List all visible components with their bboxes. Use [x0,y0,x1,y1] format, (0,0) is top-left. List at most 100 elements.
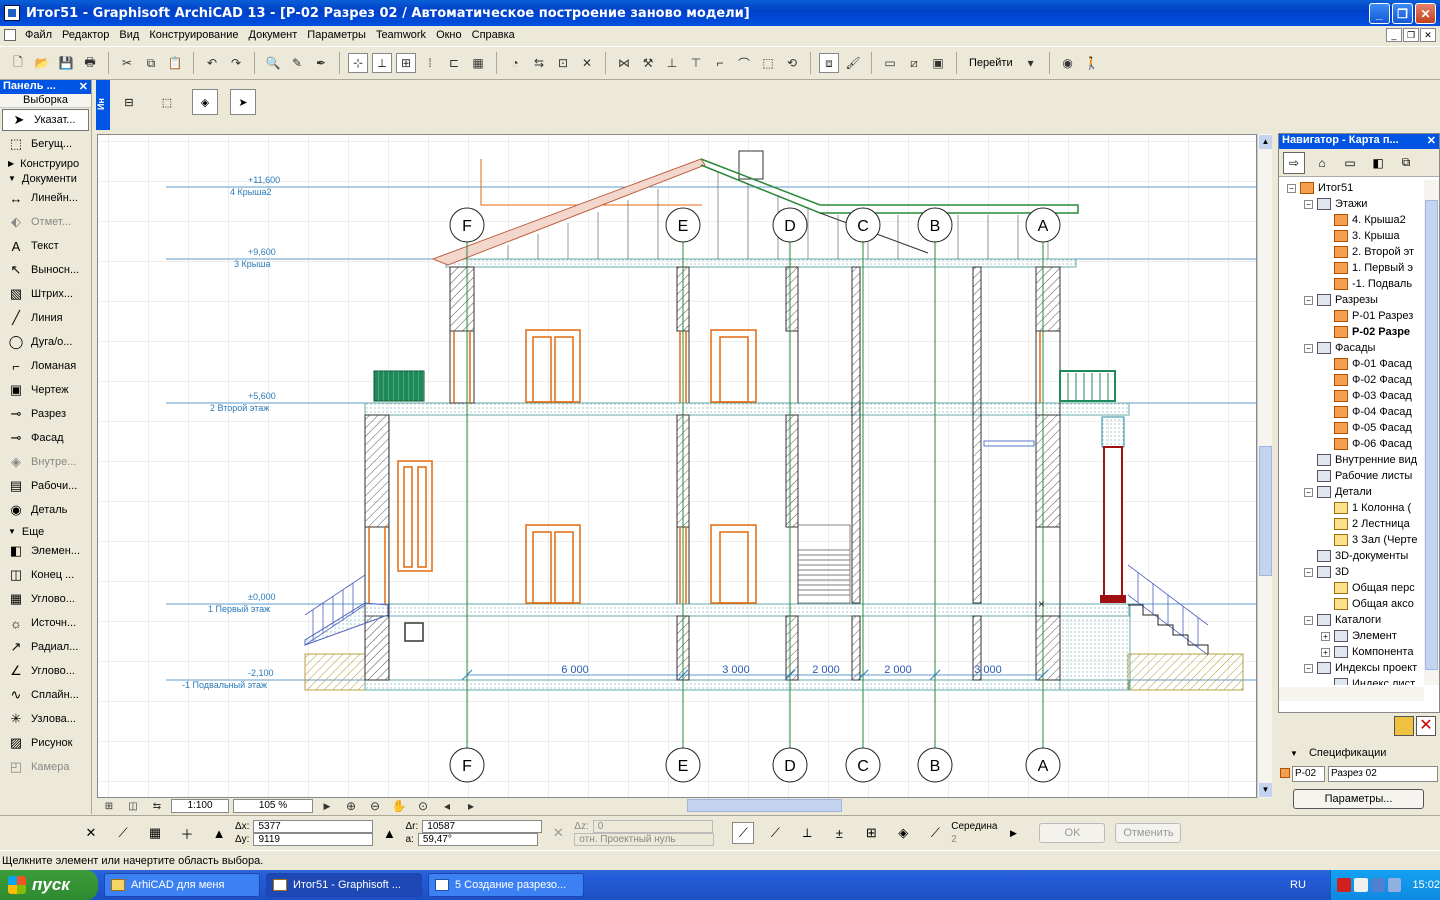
zoom-field[interactable]: 105 % [233,799,313,813]
tree-item[interactable]: − Индексы проект [1279,660,1424,676]
hammer-icon[interactable]: ⚒ [638,53,658,73]
brush-icon[interactable]: 🖌 [843,53,863,73]
tree-item[interactable]: Ф-05 Фасад [1279,420,1424,436]
open-file-icon[interactable]: 📂 [32,53,52,73]
ok-button[interactable]: OK [1039,823,1106,843]
label-tool[interactable]: ↖ Выносн... [0,258,91,282]
mdi-close-button[interactable]: ✕ [1420,28,1436,42]
tree-item[interactable]: Р-02 Разре [1279,324,1424,340]
tree-item[interactable]: − Разрезы [1279,292,1424,308]
align-icon[interactable]: ⋈ [614,53,634,73]
view-map-icon[interactable]: ⌂ [1311,152,1333,174]
canvas-vertical-scrollbar[interactable]: ▲ ▼ [1257,134,1272,798]
grid-snap-icon[interactable]: ▦ [144,822,166,844]
grid-icon[interactable]: ⁞ [420,53,440,73]
tree-item[interactable]: − Каталоги [1279,612,1424,628]
arrow-tool[interactable]: ➤ Указат... [2,109,89,131]
grid-snap-icon[interactable]: ⊞ [396,53,416,73]
toolbox-header[interactable]: Панель ... ✕ [0,80,91,94]
quick-options-icon[interactable]: ⊡ [553,53,573,73]
detail-tool[interactable]: ◉ Деталь [0,498,91,522]
inject-icon[interactable]: ✒ [311,53,331,73]
interior-wall[interactable] [785,414,799,528]
dimension-text[interactable]: 6 000 [561,664,589,676]
tree-item[interactable]: 2. Второй эт [1279,244,1424,260]
scale-field[interactable]: 1:100 [171,799,229,813]
marquee-tool[interactable]: ⬚ Бегущ... [0,132,91,156]
basement-slab[interactable] [364,679,1130,691]
collapse-icon[interactable]: − [1304,343,1313,353]
horizontal-scroll-thumb[interactable] [687,799,842,812]
tree-item[interactable]: 1 Колонна ( [1279,500,1424,516]
special-snap[interactable]: Середина 2 [951,820,997,846]
cut-icon[interactable]: ✂ [117,53,137,73]
elevation-tool[interactable]: ⊸ Фасад [0,426,91,450]
menu-file[interactable]: Файл [20,29,57,41]
tree-item[interactable]: Ф-01 Фасад [1279,356,1424,372]
tree-item[interactable]: Индекс лист [1279,676,1424,685]
trace-icon[interactable]: ◔ [505,53,525,73]
taskbar-item[interactable]: ArhiCAD для меня [104,873,260,897]
pointer-icon[interactable]: ➤ [230,89,256,115]
tray-app-icon[interactable] [1387,878,1402,892]
tree-item[interactable]: -1. Подваль [1279,276,1424,292]
collapse-icon[interactable]: − [1287,183,1296,193]
elevate-icon[interactable]: ⊥ [662,53,682,73]
midpoint-icon[interactable]: ⟋ [924,822,946,844]
group-document[interactable]: ▼ Документи [0,171,91,186]
dy-field[interactable]: 9119 [253,833,374,846]
layer-combo-icon[interactable]: ⇆ [147,796,167,816]
cross-icon[interactable]: ✕ [577,53,597,73]
dz-field[interactable]: 0 [592,820,713,833]
navigator-horizontal-scrollbar[interactable] [1279,687,1424,701]
undo-icon[interactable]: ↶ [202,53,222,73]
tree-item[interactable]: − Детали [1279,484,1424,500]
save-icon[interactable]: 💾 [56,53,76,73]
collapse-icon[interactable]: − [1304,487,1313,497]
dimension-text[interactable]: 2 000 [884,664,912,676]
find-select-icon[interactable]: 🔍 [263,53,283,73]
line-tool[interactable]: ╱ Линия [0,306,91,330]
arc-tool[interactable]: ◯ Дуга/о... [0,330,91,354]
group-more[interactable]: ▼ Еще [0,524,91,539]
copy-icon[interactable]: ⧉ [141,53,161,73]
window-icon[interactable]: ▭ [880,53,900,73]
minimize-button[interactable]: _ [1369,3,1390,24]
interior-wall[interactable] [972,266,982,604]
goto-button[interactable]: Перейти [963,57,1019,69]
group-design[interactable]: ▶ Конструиро [0,156,91,171]
marquee-shape-icon[interactable]: ⬚ [154,89,180,115]
tree-item[interactable]: Р-01 Разрез [1279,308,1424,324]
wall-end-tool[interactable]: ◫ Конец ... [0,563,91,587]
menu-teamwork[interactable]: Teamwork [371,29,431,41]
pan-icon[interactable]: ✋ [389,796,409,816]
scroll-down-icon[interactable]: ▼ [1259,783,1272,797]
tree-item[interactable]: Общая перс [1279,580,1424,596]
menu-document[interactable]: Документ [244,29,303,41]
dimension-text[interactable]: 3 000 [974,664,1002,676]
gravity-snap-icon[interactable]: ⊹ [348,53,368,73]
collapse-icon[interactable]: − [1304,663,1313,673]
scroll-thumb[interactable] [1425,200,1438,670]
tree-item[interactable]: 4. Крыша2 [1279,212,1424,228]
tree-item[interactable]: + Элемент [1279,628,1424,644]
close-button[interactable]: ✕ [1415,3,1436,24]
interior-wall[interactable] [851,615,861,681]
collapse-icon[interactable]: − [1304,567,1313,577]
scroll-thumb[interactable] [1259,446,1272,576]
scroll-up-icon[interactable]: ▲ [1259,135,1272,149]
publisher-icon[interactable]: ◧ [1367,152,1389,174]
navigator-vertical-scrollbar[interactable] [1424,180,1439,685]
tree-item[interactable]: + Компонента [1279,644,1424,660]
antivirus-icon[interactable] [1337,878,1351,892]
tree-item[interactable]: − Итог51 [1279,180,1424,196]
angle-field[interactable]: 59,47° [417,833,538,846]
tree-item[interactable]: 2 Лестница [1279,516,1424,532]
next-zoom-icon[interactable]: ▸ [461,796,481,816]
mdi-restore-button[interactable]: ❐ [1403,28,1419,42]
project-map-icon[interactable]: ⇨ [1283,151,1305,174]
menu-help[interactable]: Справка [467,29,520,41]
tree-item[interactable]: Ф-02 Фасад [1279,372,1424,388]
dimension-text[interactable]: 2 000 [812,664,840,676]
delete-icon[interactable]: ✕ [1416,716,1436,736]
